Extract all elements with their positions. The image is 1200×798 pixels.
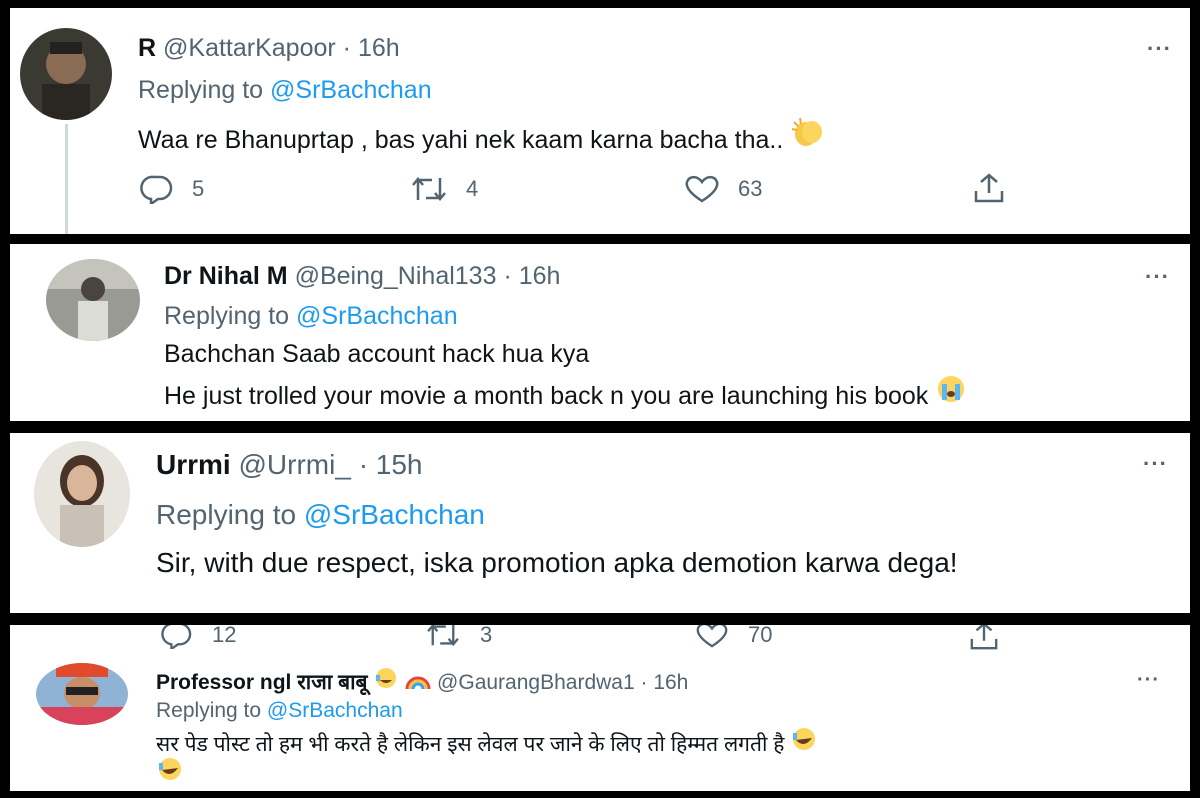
reply-button[interactable]: 12 (160, 625, 236, 649)
heart-icon (696, 625, 728, 648)
tweet-text-continuation (156, 757, 184, 786)
timestamp[interactable]: · 16h (503, 262, 560, 290)
reply-count: 5 (192, 176, 205, 201)
retweet-icon (427, 625, 459, 647)
more-options-icon[interactable]: ··· (1145, 264, 1170, 290)
reply-button[interactable]: 5 (140, 174, 204, 204)
rolling-laughing-face-emoji-icon (790, 727, 818, 757)
mention-link[interactable]: @SrBachchan (296, 302, 458, 330)
like-button[interactable]: 63 (684, 174, 762, 204)
tweet-text-content: He just trolled your movie a month back … (164, 382, 929, 410)
tweet-text: Waa re Bhanuprtap , bas yahi nek kaam ka… (138, 116, 826, 155)
reply-count: 12 (212, 625, 237, 647)
retweet-button[interactable]: 4 (410, 174, 478, 204)
avatar[interactable] (34, 441, 130, 547)
clapping-hands-emoji-icon (790, 116, 826, 155)
handle[interactable]: @Urrmi_ (238, 449, 350, 480)
reply-icon (161, 625, 192, 649)
retweet-icon (412, 177, 446, 201)
heart-icon (685, 175, 719, 203)
handle[interactable]: @GaurangBhardwa1 (437, 671, 635, 694)
share-button[interactable] (968, 625, 1000, 651)
replying-to: Replying to @SrBachchan (138, 76, 432, 105)
reply-icon (140, 175, 173, 204)
timestamp[interactable]: · 15h (359, 449, 423, 480)
mention-link[interactable]: @SrBachchan (270, 76, 432, 104)
replying-to-label: Replying to (156, 699, 262, 722)
tweet-text-line-2: He just trolled your movie a month back … (164, 374, 967, 411)
avatar[interactable] (46, 259, 140, 341)
replying-to: Replying to @SrBachchan (156, 499, 485, 531)
display-name[interactable]: Dr Nihal M (164, 262, 288, 290)
replying-to-label: Replying to (156, 499, 297, 530)
tweet-text-content: सर पेड पोस्ट तो हम भी करते है लेकिन इस ल… (156, 733, 785, 756)
like-button[interactable]: 70 (694, 625, 772, 649)
rainbow-emoji-icon (405, 671, 431, 695)
timestamp[interactable]: · 16h (343, 34, 400, 62)
like-count: 70 (748, 625, 773, 647)
handle[interactable]: @KattarKapoor (163, 34, 336, 62)
rolling-laughing-face-emoji-icon (156, 757, 184, 786)
share-button[interactable] (972, 172, 1006, 204)
handle[interactable]: @Being_Nihal133 (295, 262, 497, 290)
share-icon (974, 173, 1004, 203)
display-name[interactable]: Urrmi (156, 449, 231, 480)
tweet-header: Professor ngl राजा बाबू @GaurangBhardwa1… (156, 667, 688, 696)
more-options-icon[interactable]: ··· (1147, 36, 1172, 62)
retweet-count: 3 (480, 625, 493, 647)
laughing-face-emoji-icon (373, 667, 399, 695)
display-name[interactable]: R (138, 34, 156, 62)
tweet-text: सर पेड पोस्ट तो हम भी करते है लेकिन इस ल… (156, 727, 818, 758)
tweet-header: Dr Nihal M @Being_Nihal133 · 16h (164, 262, 560, 291)
more-options-icon[interactable]: ··· (1143, 451, 1168, 477)
more-options-icon[interactable]: ··· (1137, 669, 1160, 692)
mention-link[interactable]: @SrBachchan (304, 499, 485, 530)
tweet-card-2[interactable]: Dr Nihal M @Being_Nihal133 · 16h ··· Rep… (10, 244, 1190, 421)
display-name[interactable]: Professor ngl राजा बाबू (156, 671, 368, 694)
share-icon (970, 625, 998, 650)
tweet-header: Urrmi @Urrmi_ · 15h (156, 449, 423, 481)
timestamp[interactable]: · 16h (641, 671, 689, 694)
mention-link[interactable]: @SrBachchan (267, 699, 403, 722)
retweet-button[interactable]: 3 (424, 625, 492, 649)
replying-to: Replying to @SrBachchan (164, 302, 458, 331)
tweet-card-4[interactable]: 12 3 70 Professor ngl राजा बाबू @Gaurang… (10, 625, 1190, 791)
thread-line (65, 124, 68, 234)
crying-face-emoji-icon (935, 374, 967, 411)
tweet-header: R @KattarKapoor · 16h (138, 34, 400, 63)
like-count: 63 (738, 176, 763, 201)
replying-to-label: Replying to (164, 302, 290, 330)
tweet-card-1[interactable]: R @KattarKapoor · 16h ··· Replying to @S… (10, 8, 1190, 234)
retweet-count: 4 (466, 176, 479, 201)
tweet-card-3[interactable]: Urrmi @Urrmi_ · 15h ··· Replying to @SrB… (10, 433, 1190, 613)
tweet-text-line-1: Bachchan Saab account hack hua kya (164, 340, 590, 368)
tweet-text-content: Waa re Bhanuprtap , bas yahi nek kaam ka… (138, 126, 784, 154)
replying-to-label: Replying to (138, 76, 264, 104)
tweet-text: Sir, with due respect, iska promotion ap… (156, 547, 958, 578)
avatar[interactable] (20, 28, 112, 120)
replying-to: Replying to @SrBachchan (156, 699, 403, 723)
avatar[interactable] (36, 663, 128, 725)
